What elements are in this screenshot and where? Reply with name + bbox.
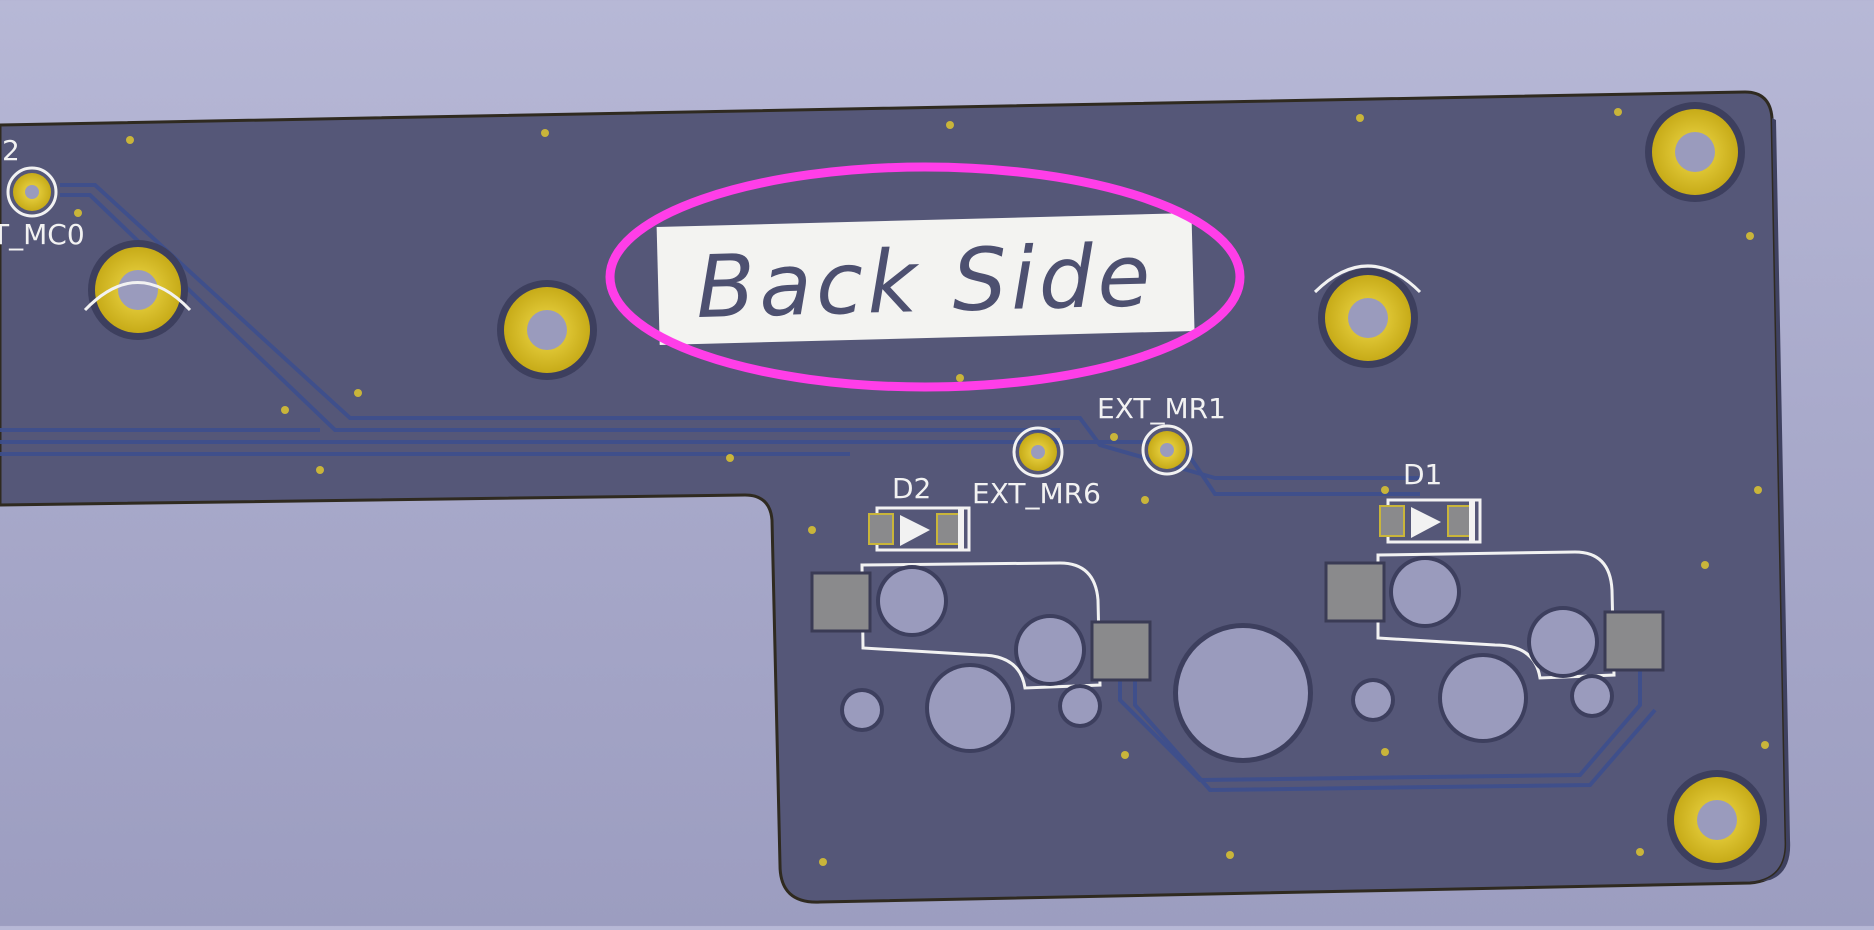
pcb-render: 2 T_MC0 EXT_MR1 EXT_MR6 D2 D1 Back Side <box>0 90 1791 904</box>
test-pad <box>1012 426 1064 478</box>
pcb-3d-viewport[interactable]: 2 T_MC0 EXT_MR1 EXT_MR6 D2 D1 Back Side <box>0 0 1874 926</box>
mounting-hole <box>1645 102 1745 202</box>
mounting-hole <box>1667 770 1767 870</box>
partial-net-label: T_MC0 <box>0 218 85 251</box>
partial-ref-number: 2 <box>2 134 20 167</box>
silkscreen-title-block: Back Side <box>656 213 1195 345</box>
test-pad <box>1141 424 1193 476</box>
net-label-ext-mr6: EXT_MR6 <box>972 477 1101 510</box>
switch-center-hole <box>1173 623 1313 763</box>
ref-label-d2: D2 <box>892 472 931 505</box>
ref-label-d1: D1 <box>1403 458 1442 491</box>
back-side-title: Back Side <box>695 226 1156 338</box>
mounting-hole <box>88 240 188 340</box>
net-label-ext-mr1: EXT_MR1 <box>1097 392 1226 425</box>
mounting-hole <box>1318 268 1418 368</box>
mounting-hole <box>497 280 597 380</box>
test-pad <box>6 166 58 218</box>
